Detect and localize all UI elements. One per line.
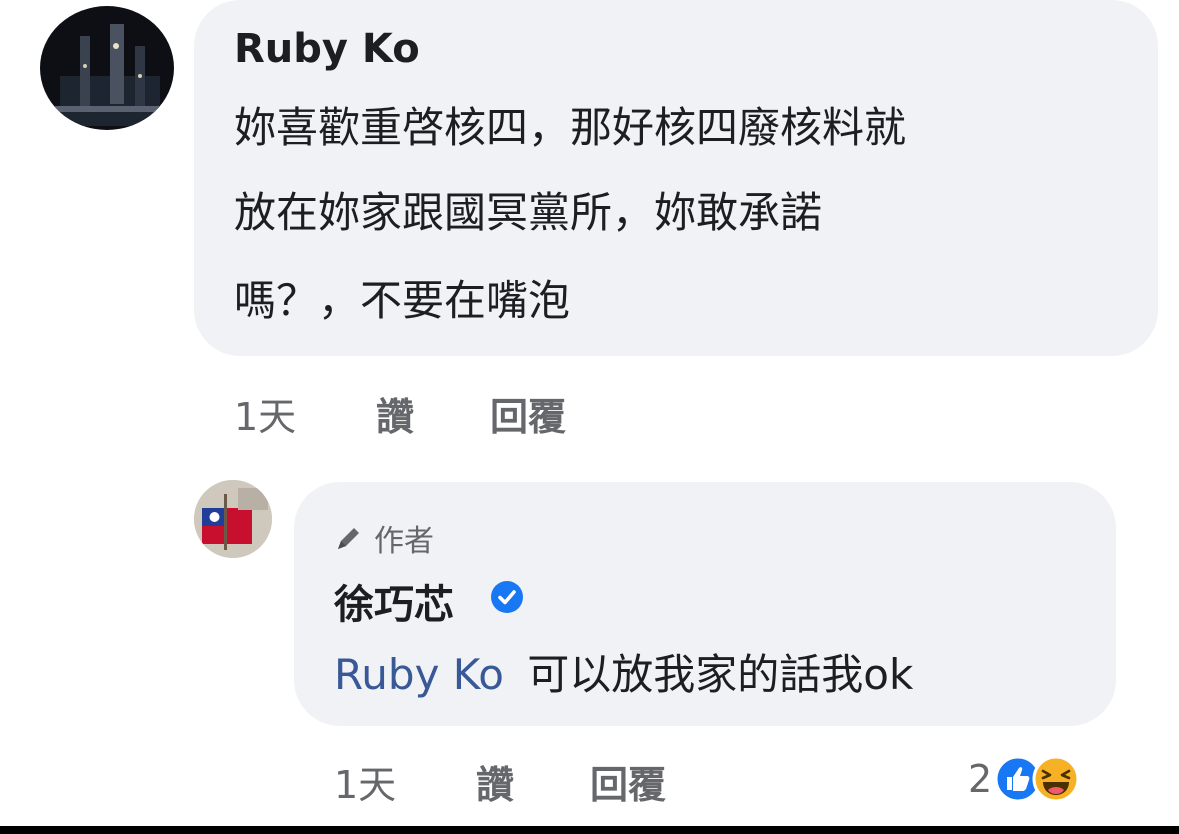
reply-author-name[interactable]: 徐巧芯 [334,572,454,630]
reply-like-button[interactable]: 讚 [476,754,514,809]
author-badge-label: 作者 [374,524,434,559]
comment-reply-button[interactable]: 回覆 [490,386,566,441]
comment-time[interactable]: 1天 [234,386,296,441]
haha-icon [1032,755,1080,803]
reply-message: 可以放我家的話我ok [527,650,914,699]
reply-reply-button[interactable]: 回覆 [590,754,666,809]
comment-like-button[interactable]: 讚 [376,386,414,441]
comment-actions: 1天 讚 回覆 [234,386,734,439]
comment-text-line-1: 妳喜歡重啓核四，那好核四廢核料就 [234,103,907,152]
reply-mention-link[interactable]: Ruby Ko [334,650,504,699]
reply-author-avatar[interactable] [194,480,272,558]
commenter-avatar[interactable] [40,6,174,130]
author-badge: 作者 [334,516,434,560]
comment-text-line-2: 放在妳家跟國冥黨所，妳敢承諾 [234,188,823,237]
reply-time[interactable]: 1天 [334,754,396,809]
reaction-summary[interactable]: 2 [968,752,1080,806]
comment-author-name[interactable]: Ruby Ko [234,26,420,72]
comment-text-line-3: 嗎？，不要在嘴泡 [234,276,571,325]
reply-actions: 1天 讚 回覆 [334,754,834,807]
verified-badge-icon [490,580,524,618]
pencil-icon [338,528,359,549]
reply-text: Ruby Ko 可以放我家的話我ok [334,650,913,700]
bottom-divider [0,826,1179,834]
reaction-count: 2 [968,757,993,801]
